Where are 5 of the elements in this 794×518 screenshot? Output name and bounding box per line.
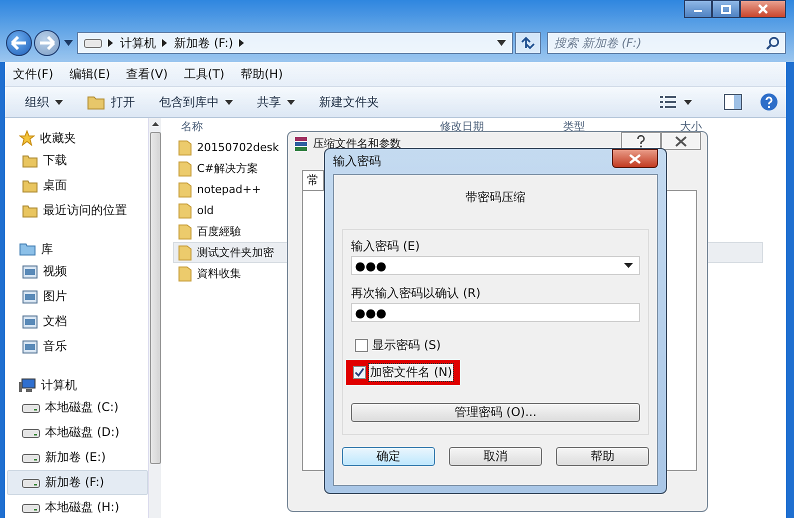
field-label: 输入密码 (E) — [351, 238, 421, 254]
field-label: 再次输入密码以确认 (R) — [351, 285, 482, 301]
dialog-title: 压缩文件名和参数 — [313, 138, 401, 150]
dialog-heading: 带密码压缩 — [464, 189, 526, 206]
dialog-title: 输入密码 — [333, 153, 381, 170]
